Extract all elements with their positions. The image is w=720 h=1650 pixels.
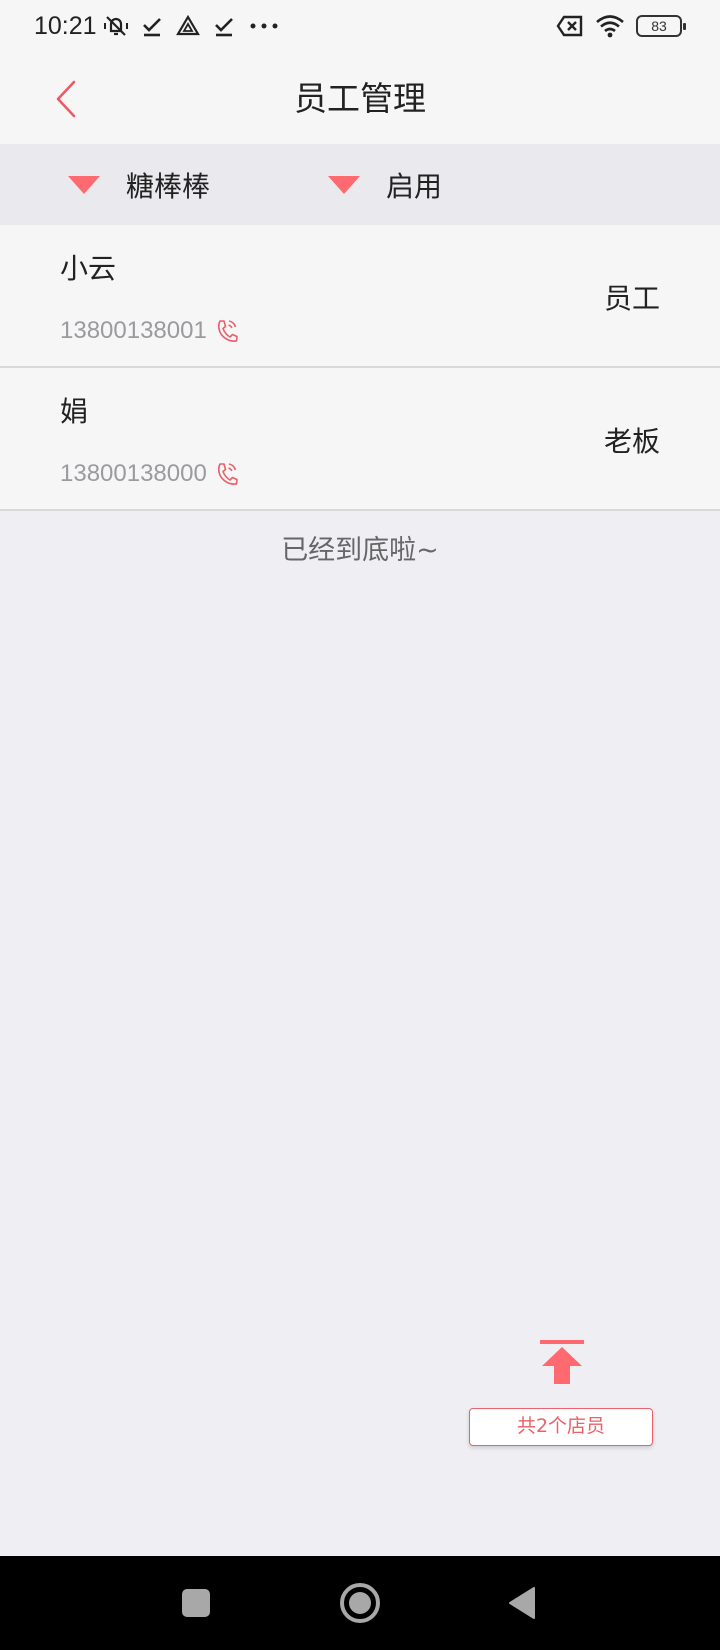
- more-dots-icon: [246, 12, 282, 40]
- system-back-button[interactable]: [496, 1556, 548, 1650]
- employee-phone[interactable]: 13800138000: [60, 460, 239, 488]
- status-bar: 10:21 83: [0, 0, 720, 54]
- sim-off-icon: [556, 12, 584, 40]
- shop-filter-dropdown[interactable]: 糖棒棒: [68, 144, 210, 225]
- employee-list: 小云 13800138001 员工 娟 13800138000 老板: [0, 225, 720, 511]
- home-button[interactable]: [334, 1556, 386, 1650]
- phone-call-icon: [217, 320, 238, 342]
- mute-icon: [102, 12, 130, 40]
- caret-down-icon: [68, 175, 100, 194]
- wifi-icon: [594, 12, 626, 40]
- circle-icon: [340, 1583, 380, 1623]
- back-button[interactable]: [44, 76, 88, 122]
- arrow-to-top-icon: [540, 1340, 584, 1384]
- check-icon: [138, 12, 166, 40]
- status-filter-dropdown[interactable]: 启用: [328, 144, 442, 225]
- check-icon: [210, 12, 238, 40]
- list-end-text: 已经到底啦~: [281, 535, 439, 566]
- phone-number: 13800138001: [60, 317, 207, 344]
- battery-icon: 83: [636, 15, 686, 37]
- triangle-back-icon: [509, 1587, 535, 1619]
- employee-role: 员工: [603, 282, 660, 315]
- shop-filter-label: 糖棒棒: [126, 169, 211, 203]
- phone-number: 13800138000: [60, 460, 207, 487]
- header-bar: 员工管理: [0, 54, 720, 144]
- filter-bar: 糖棒棒 启用: [0, 144, 720, 225]
- staff-count-badge: 共2个店员: [469, 1408, 653, 1446]
- page-title: 员工管理: [294, 79, 426, 118]
- employee-role: 老板: [603, 425, 660, 458]
- status-time: 10:21: [34, 12, 97, 40]
- phone-call-icon: [217, 463, 238, 485]
- square-icon: [182, 1589, 210, 1617]
- employee-phone[interactable]: 13800138001: [60, 317, 239, 345]
- status-icons-left: [102, 12, 282, 40]
- status-icons-right: 83: [556, 12, 686, 40]
- caret-down-icon: [328, 175, 360, 194]
- list-item[interactable]: 娟 13800138000 老板: [0, 368, 720, 511]
- system-nav-bar: [0, 1556, 720, 1650]
- employee-name: 小云: [60, 252, 117, 285]
- status-filter-label: 启用: [386, 169, 443, 203]
- employee-name: 娟: [60, 395, 89, 428]
- recents-button[interactable]: [170, 1556, 222, 1650]
- list-item[interactable]: 小云 13800138001 员工: [0, 225, 720, 368]
- chevron-left-icon: [56, 80, 76, 118]
- back-to-top-button[interactable]: [538, 1338, 586, 1386]
- drive-icon: [174, 12, 202, 40]
